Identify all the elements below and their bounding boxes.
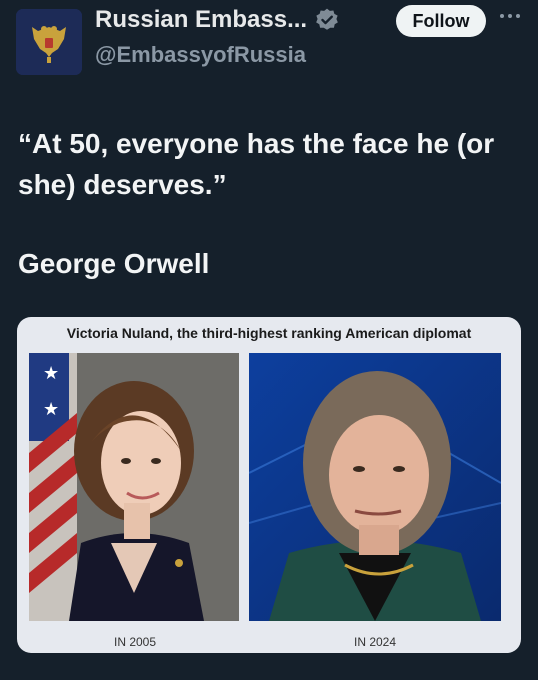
eagle-emblem-icon [16,9,82,75]
tweet-image[interactable]: Victoria Nuland, the third-highest ranki… [17,317,521,653]
handle[interactable]: @EmbassyofRussia [95,42,306,68]
photo-label-left: IN 2005 [113,635,157,649]
tweet-text: “At 50, everyone has the face he (or she… [18,128,495,200]
svg-text:★: ★ [43,399,59,420]
image-caption: Victoria Nuland, the third-highest ranki… [66,325,472,341]
photo-label-right: IN 2024 [353,635,397,649]
more-dot [508,14,512,18]
photo-2005: ★ ★ [29,353,239,621]
more-dot [500,14,504,18]
follow-button[interactable]: Follow [396,5,486,37]
more-icon[interactable] [500,14,520,18]
quote-author: George Orwell [18,248,210,279]
avatar[interactable] [16,9,82,75]
more-dot [516,14,520,18]
svg-text:★: ★ [43,363,59,384]
verified-badge-icon [316,8,338,30]
photo-2024 [249,353,501,621]
display-name-row[interactable]: Russian Embass... [95,6,340,34]
display-name[interactable]: Russian Embass... [95,6,307,34]
